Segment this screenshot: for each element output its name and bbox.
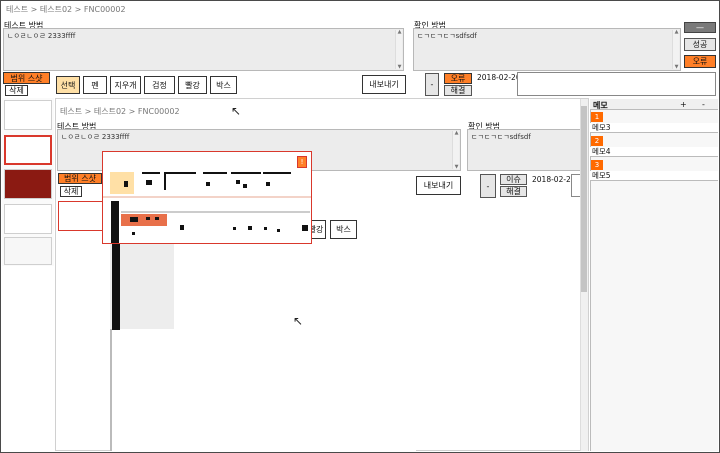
- delete-button[interactable]: 삭제: [5, 85, 28, 96]
- success-button[interactable]: 성공: [684, 38, 716, 51]
- popup-divider: [103, 196, 311, 198]
- tool-select-button[interactable]: 선택: [56, 76, 80, 94]
- export-button[interactable]: 내보내기: [362, 75, 406, 94]
- inner-date-text: 2018-02-20: [532, 175, 576, 184]
- test-method-textarea[interactable]: ㄴㅇㄹㄴㅇㄹ 2333ffff ▲ ▼: [3, 28, 404, 71]
- thumbnail-4[interactable]: [4, 204, 52, 234]
- popup-orange-tab: [121, 214, 167, 226]
- inner-tool-box-button[interactable]: 박스: [330, 220, 357, 239]
- pixel: [130, 217, 138, 222]
- confirm-method-value: ㄷㄱㄷㄱㄷㄱsdfsdf: [417, 32, 477, 40]
- scroll-up-icon[interactable]: ▲: [397, 30, 402, 35]
- pixel: [277, 229, 280, 232]
- pixel: [124, 181, 128, 187]
- memo-number-badge: 2: [591, 136, 603, 146]
- inner-black-bar: [112, 244, 120, 330]
- inner-scrollbar-thumb[interactable]: [581, 106, 587, 292]
- status-resolve-button[interactable]: 해결: [444, 85, 472, 96]
- tool-pen-button[interactable]: 펜: [83, 76, 107, 94]
- memo-item[interactable]: 메모5: [590, 171, 718, 181]
- pixel: [264, 227, 267, 230]
- minimize-button[interactable]: —: [684, 22, 716, 33]
- inner-scope-capture-button[interactable]: 범위 스샷: [58, 173, 102, 184]
- inner-status-issue-button[interactable]: 이슈: [500, 174, 527, 185]
- pixel: [164, 172, 196, 174]
- scroll-up-icon[interactable]: ▲: [674, 30, 679, 35]
- pixel: [132, 232, 135, 235]
- breadcrumb: 테스트 > 테스트02 > FNC00002: [6, 5, 126, 14]
- scroll-down-icon[interactable]: ▼: [397, 65, 402, 70]
- status-error-button[interactable]: 오류: [444, 73, 472, 84]
- scroll-down-icon[interactable]: ▼: [454, 165, 459, 170]
- memo-panel: [590, 110, 718, 451]
- tool-box-button[interactable]: 박스: [210, 76, 237, 94]
- pixel: [146, 217, 150, 220]
- thumbnail-3[interactable]: [4, 169, 52, 199]
- tool-red-button[interactable]: 빨강: [178, 76, 207, 94]
- popup-black-bar: [111, 201, 119, 243]
- memo-item[interactable]: 메모3: [590, 123, 718, 133]
- mouse-cursor-icon: ↖: [293, 314, 304, 328]
- scrollbar[interactable]: ▲ ▼: [672, 30, 679, 70]
- pixel: [236, 180, 240, 184]
- error-button[interactable]: 오류: [684, 55, 716, 68]
- memo-item[interactable]: 메모4: [590, 147, 718, 157]
- scope-capture-button[interactable]: 범위 스샷: [3, 72, 50, 84]
- pixel: [164, 174, 166, 190]
- memo-remove-button[interactable]: -: [702, 100, 705, 109]
- thumbnail-1[interactable]: [4, 100, 52, 130]
- pixel: [203, 172, 227, 174]
- confirm-method-textarea[interactable]: ㄷㄱㄷㄱㄷㄱsdfsdf ▲ ▼: [413, 28, 681, 71]
- pixel: [231, 172, 261, 174]
- memo-header: 메모 + -: [590, 99, 718, 110]
- thumbnail-2[interactable]: [4, 135, 52, 165]
- pixel: [146, 180, 152, 185]
- tool-eraser-button[interactable]: 지우개: [110, 76, 141, 94]
- thumbnail-5[interactable]: [4, 237, 52, 265]
- pixel: [142, 172, 160, 174]
- popup-highlight: [110, 172, 134, 194]
- memo-number-badge: 3: [591, 160, 603, 170]
- memo-number-badge: 1: [591, 112, 603, 122]
- mouse-cursor-icon: ↖: [231, 104, 242, 118]
- pixel: [155, 217, 159, 220]
- inner-export-button[interactable]: 내보내기: [416, 176, 461, 195]
- tool-black-button[interactable]: 검정: [144, 76, 175, 94]
- pixel: [243, 184, 247, 188]
- memo-add-button[interactable]: +: [680, 100, 687, 109]
- inner-confirm-method-textarea[interactable]: ㄷㄱㄷㄱㄷㄱsdfsdf: [467, 129, 581, 171]
- pixel: [206, 182, 210, 186]
- scroll-up-icon[interactable]: ▲: [454, 131, 459, 136]
- inner-breadcrumb: 테스트 > 테스트02 > FNC00002: [60, 107, 180, 116]
- scrollbar[interactable]: ▲ ▼: [452, 131, 459, 170]
- comment-input[interactable]: [517, 72, 716, 96]
- pixel: [233, 227, 236, 230]
- pixel: [302, 225, 308, 231]
- inner-status-resolve-button[interactable]: 해결: [500, 186, 527, 197]
- pixel: [266, 182, 270, 186]
- popup-alert-badge: !: [297, 156, 307, 168]
- inner-confirm-method-value: ㄷㄱㄷㄱㄷㄱsdfsdf: [471, 133, 531, 141]
- inner-thumbnail[interactable]: [58, 201, 107, 231]
- date-text: 2018-02-20: [477, 73, 521, 82]
- status-dash-button[interactable]: -: [425, 73, 439, 96]
- scroll-down-icon[interactable]: ▼: [674, 65, 679, 70]
- test-method-value: ㄴㅇㄹㄴㅇㄹ 2333ffff: [7, 32, 76, 40]
- pixel: [263, 172, 291, 174]
- pixel: [248, 226, 252, 230]
- inner-test-method-value: ㄴㅇㄹㄴㅇㄹ 2333ffff: [61, 133, 130, 141]
- pixel: [180, 225, 184, 230]
- scrollbar[interactable]: ▲ ▼: [395, 30, 402, 70]
- inner-delete-button[interactable]: 삭제: [60, 186, 82, 197]
- popup-line: [121, 211, 310, 213]
- inner-status-dash-button[interactable]: -: [480, 174, 496, 198]
